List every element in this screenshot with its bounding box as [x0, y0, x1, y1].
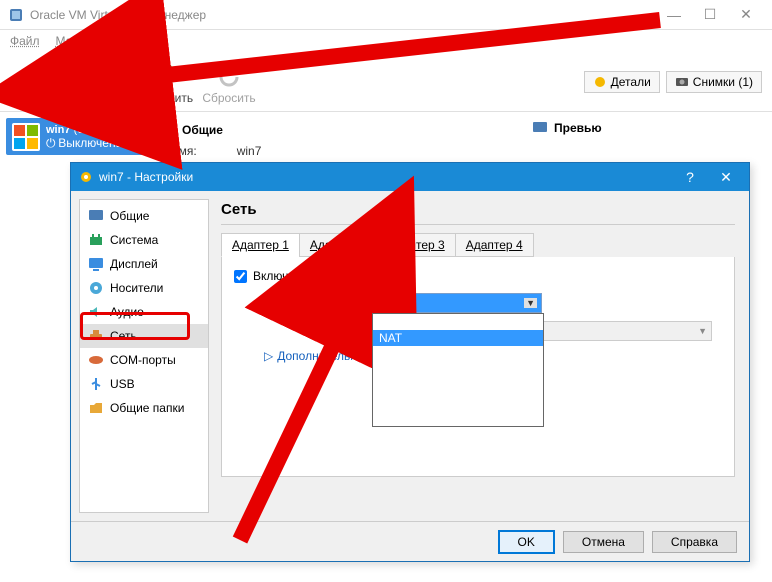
tab-adapter-2[interactable]: Адаптер 2: [299, 233, 378, 257]
gear-icon: [593, 75, 607, 89]
chevron-down-icon: ▼: [698, 326, 707, 336]
combo-option[interactable]: Не подключен: [373, 314, 543, 330]
combo-option[interactable]: Сеть NAT: [373, 346, 543, 362]
maximize-button[interactable]: ☐: [692, 2, 728, 28]
tab-adapter-3[interactable]: Адаптер 3: [377, 233, 456, 257]
discard-button[interactable]: Сбросить: [202, 59, 256, 105]
toolbar: Создать Настроить Запустить Сбросить Дет…: [0, 52, 772, 112]
name-label: Имя:: [170, 144, 197, 158]
menubar: Файл Машина Справка: [0, 30, 772, 52]
vm-item-win7[interactable]: win7 (Снимок 1) ⏻ Выключена: [6, 118, 148, 155]
chevron-down-icon: ▼: [524, 298, 537, 308]
tab-adapter-4[interactable]: Адаптер 4: [455, 233, 534, 257]
configure-button[interactable]: Настроить: [74, 59, 128, 105]
combo-option[interactable]: Сетевой мост: [373, 362, 543, 378]
enable-adapter-label: Включить сетевой адаптер: [253, 269, 403, 283]
name-value: win7: [237, 144, 262, 158]
nav-system[interactable]: Система: [80, 228, 208, 252]
ok-button[interactable]: OK: [498, 530, 555, 554]
settings-dialog: win7 - Настройки ? ✕ Общие Система Диспл…: [70, 162, 750, 562]
power-icon: ⏻: [46, 136, 56, 150]
dialog-close-button[interactable]: ✕: [711, 166, 741, 188]
gear-icon: [79, 170, 93, 184]
nav-display[interactable]: Дисплей: [80, 252, 208, 276]
dialog-title: win7 - Настройки: [99, 170, 193, 184]
adapter-tabs: Адаптер 1 Адаптер 2 Адаптер 3 Адаптер 4: [221, 233, 735, 257]
cancel-button[interactable]: Отмена: [563, 531, 644, 553]
dialog-titlebar: win7 - Настройки ? ✕: [71, 163, 749, 191]
enable-adapter-checkbox[interactable]: [234, 270, 247, 283]
monitor-icon: [532, 120, 548, 136]
window-title: Oracle VM VirtualBox Менеджер: [30, 8, 656, 22]
combo-option[interactable]: Внутренняя сеть: [373, 378, 543, 394]
tab-adapter-1[interactable]: Адаптер 1: [221, 233, 300, 257]
dialog-help-button[interactable]: ?: [675, 166, 705, 188]
nav-storage[interactable]: Носители: [80, 276, 208, 300]
run-button[interactable]: Запустить: [138, 59, 192, 105]
nav-network[interactable]: Сеть: [80, 324, 208, 348]
close-button[interactable]: ✕: [728, 2, 764, 28]
snapshots-button[interactable]: Снимки (1): [666, 71, 762, 93]
camera-icon: [675, 75, 689, 89]
connection-type-label: Тип подключения:: [234, 296, 364, 310]
virtualbox-icon: [8, 7, 24, 23]
monitor-icon: [160, 122, 176, 138]
nav-usb[interactable]: USB: [80, 372, 208, 396]
menu-machine[interactable]: Машина: [56, 34, 102, 48]
windows-icon: [12, 123, 40, 151]
triangle-right-icon: ▷: [264, 349, 273, 363]
combo-option[interactable]: Виртуальный адаптер хоста: [373, 394, 543, 410]
create-button[interactable]: Создать: [10, 59, 64, 105]
connection-type-combo[interactable]: NAT ▼ Не подключен NAT Сеть NAT Сетевой …: [372, 293, 542, 313]
menu-help[interactable]: Справка: [118, 34, 165, 48]
settings-nav: Общие Система Дисплей Носители Аудио Сет…: [79, 199, 209, 513]
minimize-button[interactable]: —: [656, 2, 692, 28]
nav-com[interactable]: COM-порты: [80, 348, 208, 372]
nav-audio[interactable]: Аудио: [80, 300, 208, 324]
connection-type-dropdown: Не подключен NAT Сеть NAT Сетевой мост В…: [372, 313, 544, 427]
nav-general[interactable]: Общие: [80, 204, 208, 228]
main-titlebar: Oracle VM VirtualBox Менеджер — ☐ ✕: [0, 0, 772, 30]
details-button[interactable]: Детали: [584, 71, 660, 93]
section-heading: Сеть: [221, 201, 735, 218]
menu-file[interactable]: Файл: [10, 34, 40, 48]
combo-option[interactable]: Универсальный драйвер: [373, 410, 543, 426]
help-button[interactable]: Справка: [652, 531, 737, 553]
adapter-name-label: Имя:: [234, 324, 364, 338]
nav-shared[interactable]: Общие папки: [80, 396, 208, 420]
combo-option[interactable]: NAT: [373, 330, 543, 346]
